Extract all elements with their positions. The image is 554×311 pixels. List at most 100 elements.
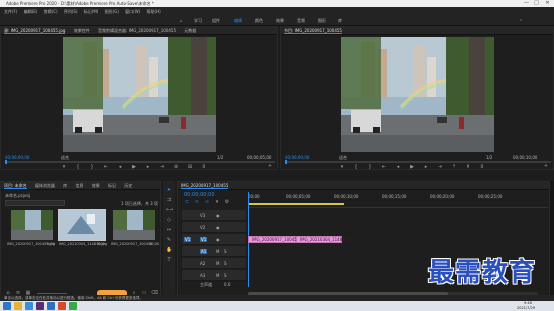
tab-history[interactable]: 历史 (124, 183, 132, 188)
eye-icon[interactable]: ◉ (216, 237, 220, 242)
source-scrub-bar[interactable] (5, 160, 275, 164)
tab-info[interactable]: 信息 (75, 183, 83, 188)
program-timecode[interactable]: 00;00;00;00 (285, 155, 309, 160)
track-header-v1[interactable]: V1 V1 ◉ (182, 234, 246, 245)
word-icon[interactable] (47, 302, 55, 310)
menu-edit[interactable]: 编辑(E) (24, 9, 38, 14)
marker-icon[interactable]: ▾ (339, 164, 345, 170)
snap-icon[interactable]: ∩ (194, 199, 200, 205)
settings-icon[interactable]: ⚙ (224, 199, 230, 205)
track-header-a2[interactable]: A2 M S (182, 258, 246, 269)
source-add-button[interactable]: + (267, 163, 273, 169)
maximize-button[interactable]: □ (532, 0, 541, 7)
go-to-in-icon[interactable]: ⇤ (103, 164, 109, 170)
tab-effect-controls[interactable]: 效果控件 (74, 28, 90, 33)
step-forward-icon[interactable]: ▸ (423, 164, 429, 170)
step-forward-icon[interactable]: ▸ (145, 164, 151, 170)
solo-icon[interactable]: S (224, 261, 227, 266)
selection-tool-icon[interactable]: ➤ (166, 187, 172, 193)
step-back-icon[interactable]: ◂ (395, 164, 401, 170)
add-marker-icon[interactable]: ▾ (214, 199, 220, 205)
source-playhead[interactable] (5, 160, 7, 164)
program-scrub-bar[interactable] (285, 160, 551, 164)
play-icon[interactable]: ▶ (131, 164, 137, 170)
tab-sequence[interactable]: IMG_20200917_100455 (181, 183, 229, 189)
source-resolution-select[interactable]: 1/2 (217, 155, 223, 160)
project-search-input[interactable] (5, 200, 65, 206)
step-back-icon[interactable]: ◂ (117, 164, 123, 170)
solo-icon[interactable]: S (224, 273, 227, 278)
track-header-v2[interactable]: V2 ◉ (182, 222, 246, 233)
workspace-audio[interactable]: 音频 (297, 18, 305, 23)
menu-window[interactable]: 窗口(W) (125, 9, 140, 14)
razor-tool-icon[interactable]: ◇ (166, 217, 172, 223)
source-patch-v1[interactable]: V1 (184, 237, 192, 242)
timeline-clip[interactable]: IMG_20200917_100455.jpg (248, 236, 307, 243)
timeline-timecode[interactable]: 00;00;00;00 (184, 192, 215, 198)
menu-marker[interactable]: 标记(M) (84, 9, 99, 14)
premiere-taskbar-icon[interactable] (36, 302, 44, 310)
hand-tool-icon[interactable]: ✋ (166, 247, 172, 253)
mark-out-icon[interactable]: } (89, 164, 95, 170)
zoom-slider[interactable] (37, 293, 67, 294)
insert-icon[interactable]: ⊕ (173, 164, 179, 170)
mark-in-icon[interactable]: { (353, 164, 359, 170)
timeline-clip[interactable]: IMG_20210304_114816.jpg (296, 236, 355, 243)
mute-icon[interactable]: M (216, 261, 219, 266)
mute-icon[interactable]: M (216, 249, 219, 254)
tab-project[interactable]: 项目: 未命名 (4, 183, 27, 189)
app-icon[interactable] (58, 302, 66, 310)
menu-help[interactable]: 帮助(H) (147, 9, 161, 14)
track-select-tool-icon[interactable]: ⇉ (166, 197, 172, 203)
type-tool-icon[interactable]: T (166, 257, 172, 263)
mute-icon[interactable]: M (216, 273, 219, 278)
workspace-editing[interactable]: 编辑 (234, 18, 242, 23)
project-item-thumb-selected[interactable] (58, 209, 106, 241)
mark-in-icon[interactable]: { (75, 164, 81, 170)
workspace-color[interactable]: 颜色 (255, 18, 263, 23)
menu-graphics[interactable]: 图形(G) (105, 9, 119, 14)
browser-icon[interactable] (25, 302, 33, 310)
overwrite-icon[interactable]: ⊞ (187, 164, 193, 170)
program-fit-select[interactable]: 适合 (339, 155, 347, 160)
eye-icon[interactable]: ◉ (216, 225, 220, 230)
extract-icon[interactable]: ⇞ (465, 164, 471, 170)
tab-media-browser[interactable]: 媒体浏览器 (35, 183, 55, 188)
play-icon[interactable]: ▶ (409, 164, 415, 170)
export-frame-icon[interactable]: ⌷ (479, 164, 485, 170)
tab-metadata[interactable]: 元数据 (184, 28, 196, 33)
tab-libraries[interactable]: 库 (63, 183, 67, 188)
start-icon[interactable] (3, 302, 11, 310)
tab-program[interactable]: 节目: IMG_20200917_100455 (284, 28, 342, 34)
pen-tool-icon[interactable]: ✎ (166, 237, 172, 243)
linked-selection-icon[interactable]: ∞ (204, 199, 210, 205)
master-volume[interactable]: 0.0 (224, 282, 230, 287)
source-fit-select[interactable]: 适合 (61, 155, 69, 160)
time-ruler[interactable]: 00;00 00;00;05;00 00;00;10;00 00;00;15;0… (248, 192, 548, 208)
workspace-effects[interactable]: 效果 (276, 18, 284, 23)
go-to-out-icon[interactable]: ⇥ (437, 164, 443, 170)
menu-clip[interactable]: 剪辑(C) (44, 9, 58, 14)
slip-tool-icon[interactable]: ↔ (166, 227, 172, 233)
minimize-button[interactable]: — (522, 0, 531, 7)
mark-out-icon[interactable]: } (367, 164, 373, 170)
program-add-button[interactable]: + (543, 163, 549, 169)
export-frame-icon[interactable]: ⌷ (201, 164, 207, 170)
tab-source[interactable]: 源: IMG_20200917_100455.jpg (4, 28, 66, 34)
menu-sequence[interactable]: 序列(S) (64, 9, 78, 14)
project-item-thumb[interactable] (11, 210, 53, 240)
menu-file[interactable]: 文件(F) (4, 9, 17, 14)
file-explorer-icon[interactable] (14, 302, 22, 310)
app-icon[interactable] (69, 302, 77, 310)
track-header-v3[interactable]: V3 ◉ (182, 210, 246, 221)
search-icon[interactable]: ⌕ (520, 17, 522, 22)
go-to-in-icon[interactable]: ⇤ (381, 164, 387, 170)
source-timecode[interactable]: 00;00;00;00 (5, 155, 29, 160)
program-resolution-select[interactable]: 1/2 (486, 155, 492, 160)
workspace-assembly[interactable]: 组件 (212, 18, 220, 23)
solo-icon[interactable]: S (224, 249, 227, 254)
close-button[interactable]: ✕ (543, 0, 552, 7)
program-playhead[interactable] (285, 160, 287, 164)
lift-icon[interactable]: ⇡ (451, 164, 457, 170)
workspace-graphics[interactable]: 图形 (318, 18, 326, 23)
